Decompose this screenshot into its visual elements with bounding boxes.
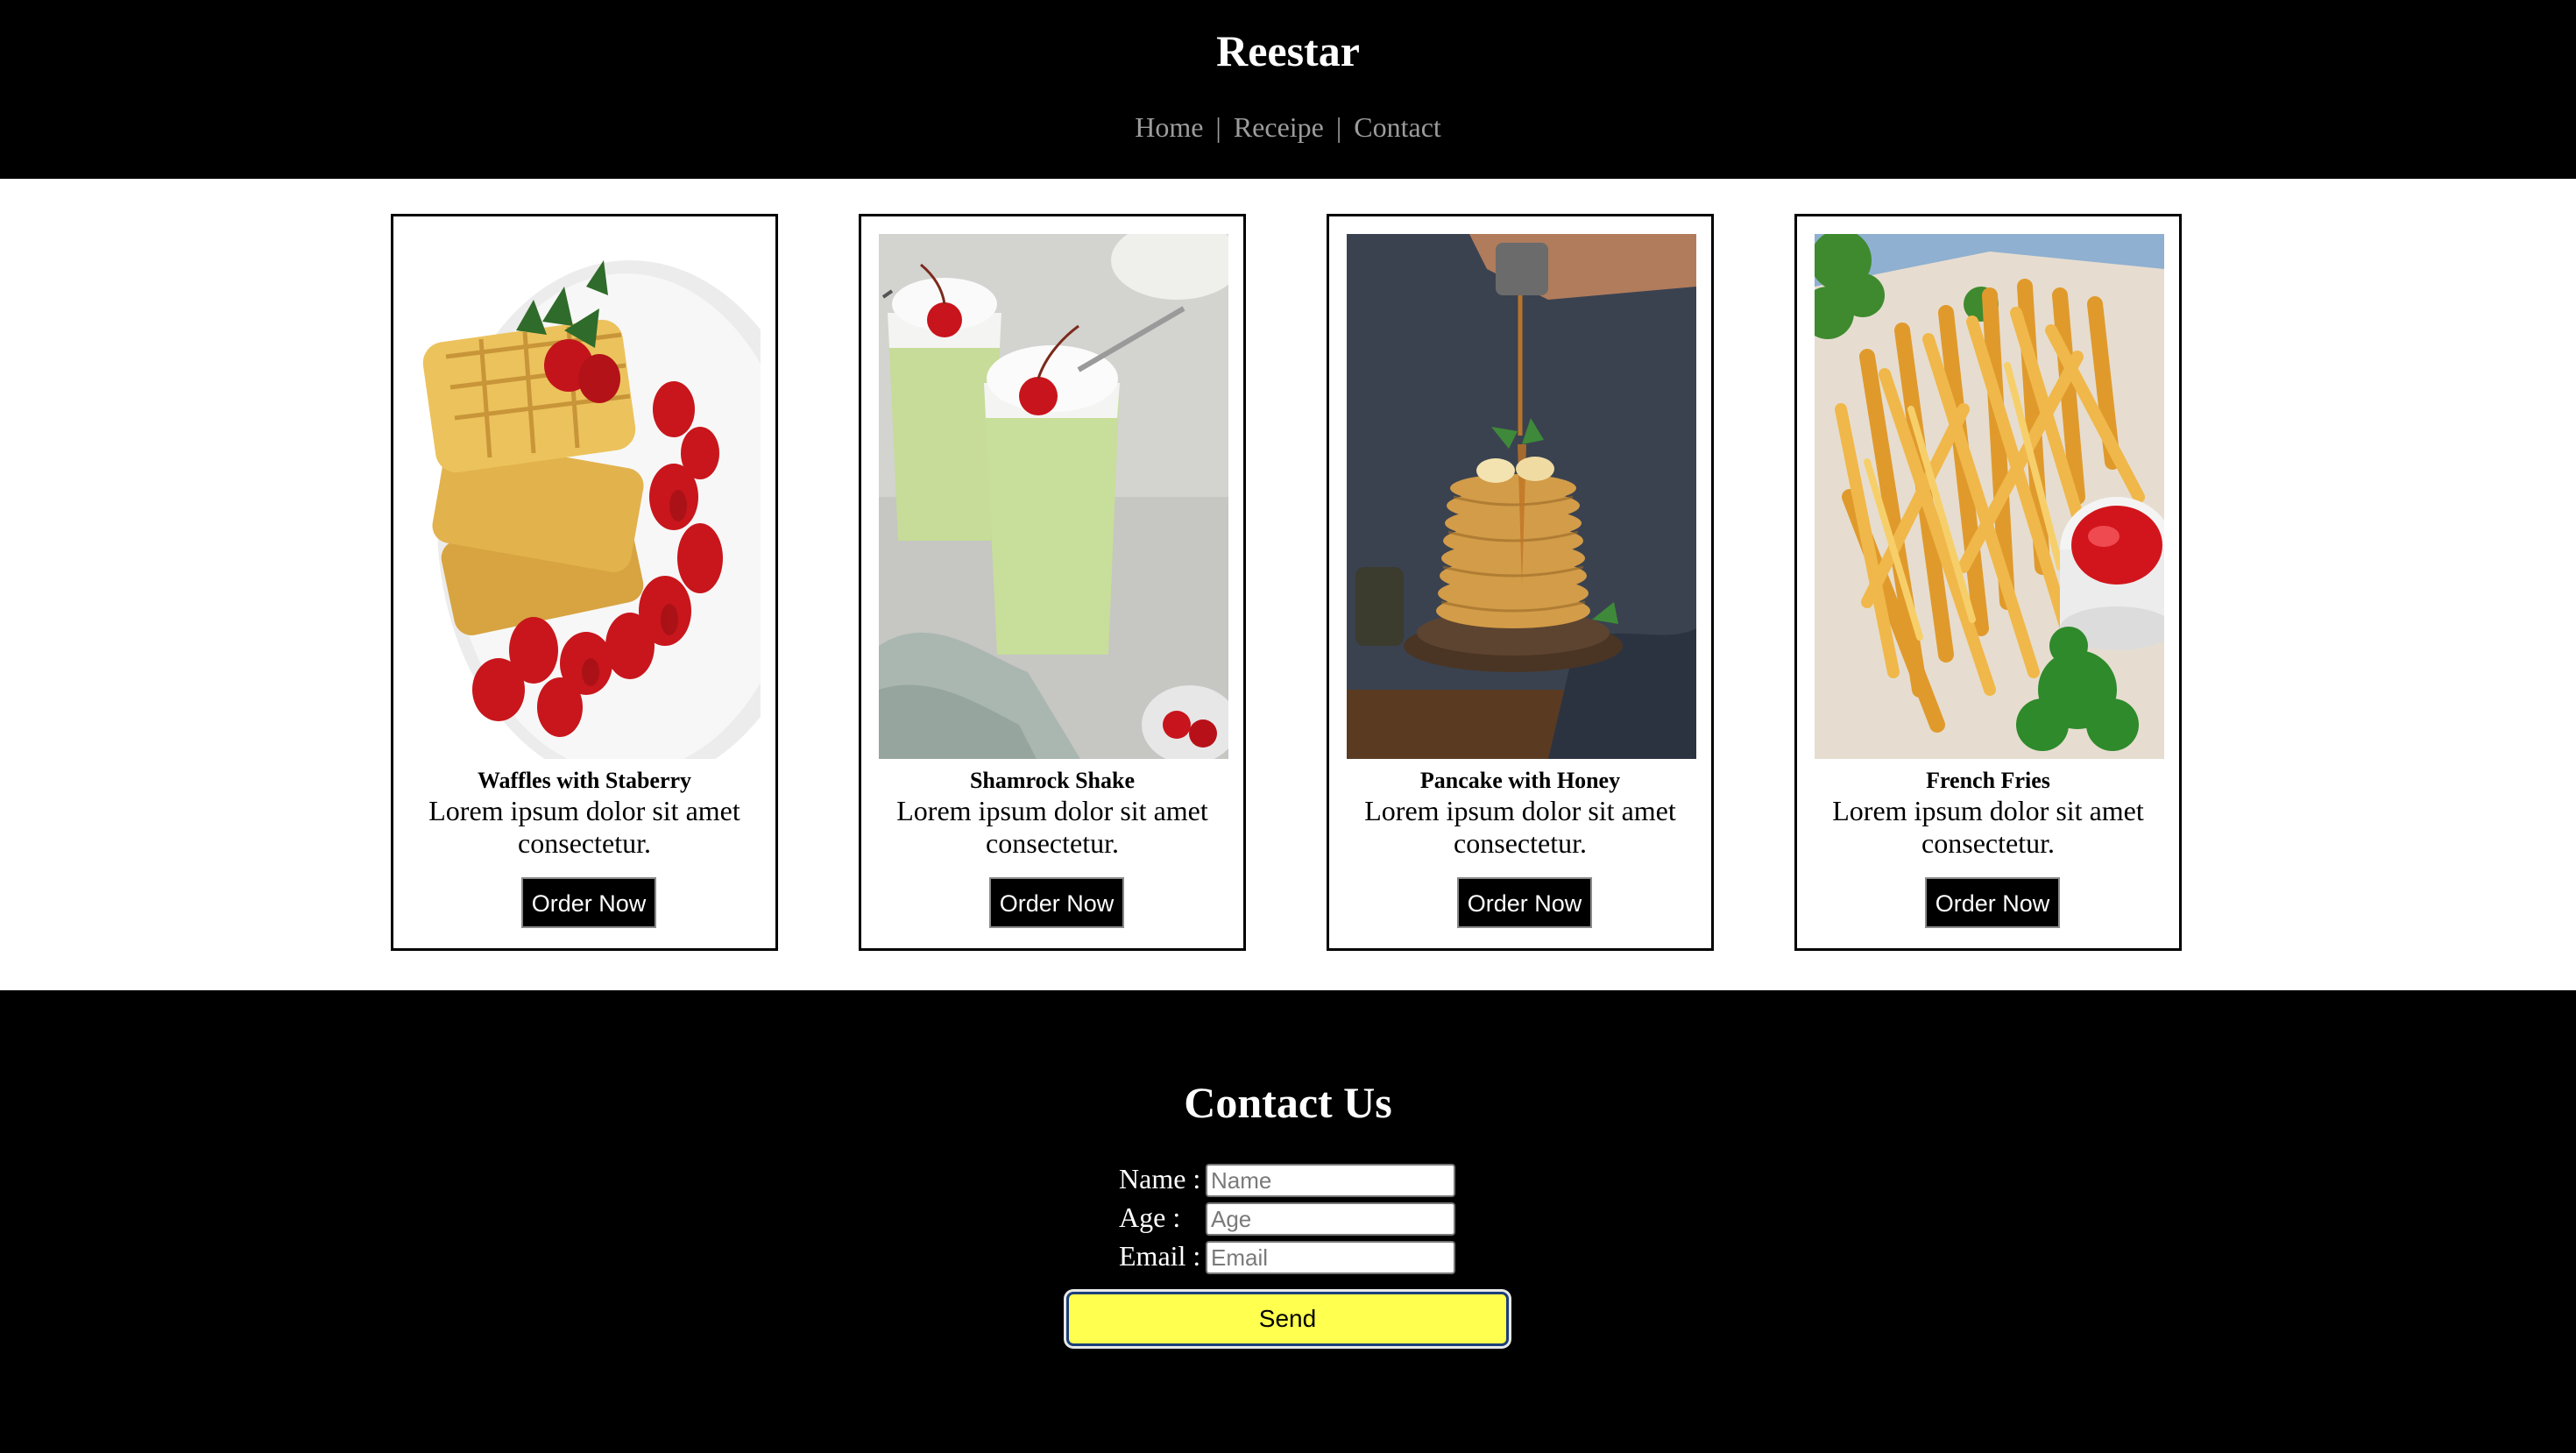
product-card-waffles: Waffles with Staberry Lorem ipsum dolor … [391, 214, 778, 951]
email-label: Email : [1119, 1240, 1201, 1272]
nav-receipe-link[interactable]: Receipe [1234, 111, 1324, 143]
product-title: Waffles with Staberry [477, 768, 692, 793]
send-button[interactable]: Send [1066, 1292, 1509, 1346]
site-title: Reestar [1216, 26, 1360, 75]
age-label: Age : [1119, 1201, 1181, 1233]
product-title: Pancake with Honey [1419, 768, 1621, 793]
nav-home-link[interactable]: Home [1135, 111, 1203, 143]
product-title: Shamrock Shake [969, 768, 1136, 793]
nav-separator: | [1335, 111, 1342, 143]
order-now-button[interactable]: Order Now [1457, 877, 1592, 928]
product-title: French Fries [1926, 768, 2050, 793]
nav-separator: | [1215, 111, 1221, 143]
product-description: Lorem ipsum dolor sit amet consectetur. [1364, 795, 1676, 859]
pancake-image [1347, 234, 1696, 759]
contact-title: Contact Us [1184, 1078, 1392, 1127]
contact-section: Contact Us Name : Age : Email : Send [0, 990, 2576, 1453]
french-fries-image [1815, 234, 2164, 759]
order-now-button[interactable]: Order Now [1925, 877, 2060, 928]
name-input[interactable] [1206, 1164, 1455, 1197]
nav-contact-link[interactable]: Contact [1354, 111, 1441, 143]
name-label: Name : [1119, 1163, 1201, 1194]
product-description: Lorem ipsum dolor sit amet consectetur. [1832, 795, 2144, 859]
order-now-button[interactable]: Order Now [989, 877, 1124, 928]
main-nav: Home | Receipe | Contact [0, 105, 2576, 149]
site-header: Reestar Home | Receipe | Contact [0, 0, 2576, 179]
product-description: Lorem ipsum dolor sit amet consectetur. [428, 795, 740, 859]
product-card-shamrock-shake: Shamrock Shake Lorem ipsum dolor sit ame… [859, 214, 1246, 951]
shamrock-shake-image [879, 234, 1228, 759]
waffles-image [411, 234, 761, 759]
product-card-pancake: Pancake with Honey Lorem ipsum dolor sit… [1327, 214, 1714, 951]
order-now-button[interactable]: Order Now [521, 877, 656, 928]
product-description: Lorem ipsum dolor sit amet consectetur. [896, 795, 1208, 859]
age-input[interactable] [1206, 1202, 1455, 1236]
email-input[interactable] [1206, 1241, 1455, 1274]
product-card-french-fries: French Fries Lorem ipsum dolor sit amet … [1794, 214, 2182, 951]
